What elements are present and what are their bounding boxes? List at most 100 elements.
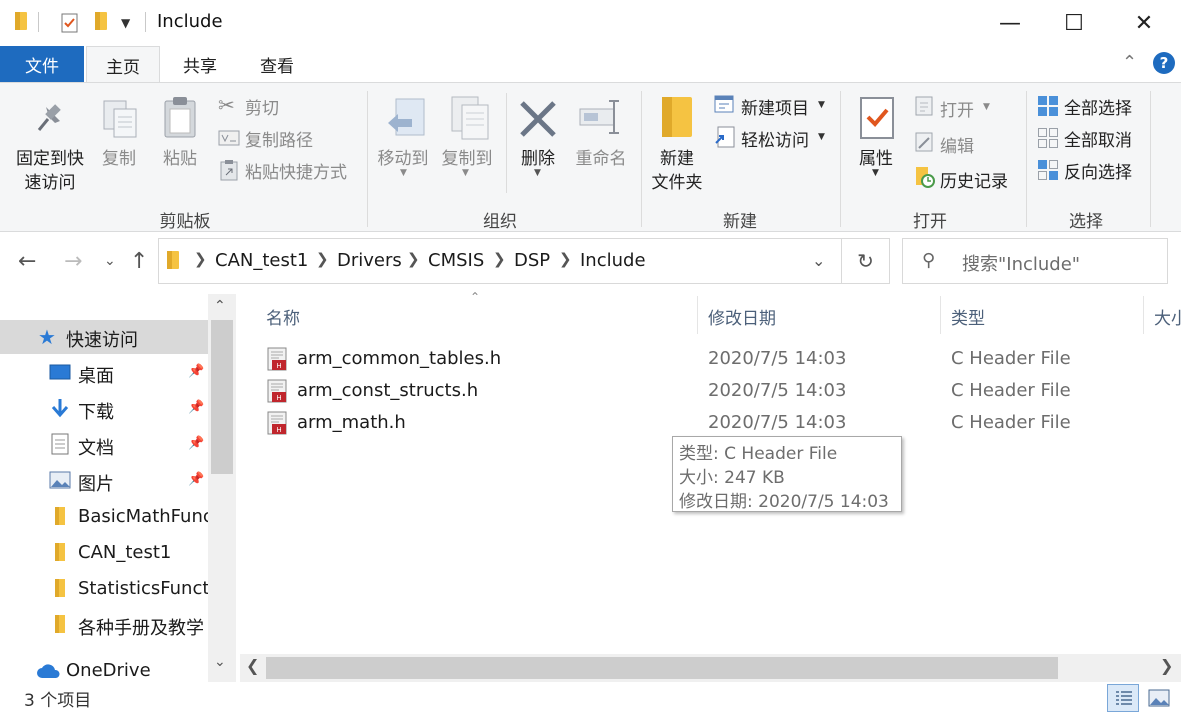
folder-icon xyxy=(15,12,27,30)
nav-label: BasicMathFunc xyxy=(78,506,208,527)
column-header-size[interactable]: 大小 xyxy=(1154,304,1181,329)
new-folder-label-line2: 文件夹 xyxy=(651,173,703,193)
breadcrumb-chevron-icon[interactable]: ❯ xyxy=(316,250,329,268)
scroll-left-icon[interactable]: ❮ xyxy=(246,656,259,675)
breadcrumb-chevron-icon[interactable]: ❯ xyxy=(407,250,420,268)
title-bar: ▼ Include — ☐ ✕ xyxy=(0,0,1181,46)
scroll-up-icon[interactable]: ⌃ xyxy=(214,298,226,314)
large-icons-view-icon xyxy=(1148,689,1170,707)
clipboard-group-label: 剪贴板 xyxy=(159,212,211,232)
tab-home[interactable]: 主页 xyxy=(86,46,160,83)
tab-file[interactable]: 文件 xyxy=(0,46,84,82)
easy-access-dropdown-icon[interactable]: ▼ xyxy=(818,132,825,142)
details-view-button[interactable] xyxy=(1107,684,1139,712)
large-icons-view-button[interactable] xyxy=(1143,684,1175,712)
column-divider[interactable] xyxy=(1143,296,1144,334)
horizontal-scrollbar-thumb[interactable] xyxy=(266,657,1058,679)
breadcrumb-item[interactable]: CAN_test1 xyxy=(215,250,308,271)
rename-icon xyxy=(579,100,619,134)
svg-text:H: H xyxy=(276,395,281,402)
properties-quick-icon[interactable] xyxy=(60,12,80,34)
rename-button[interactable]: 重命名 xyxy=(570,147,632,171)
breadcrumb-item[interactable]: DSP xyxy=(514,250,550,271)
properties-icon xyxy=(860,97,894,139)
column-header-name[interactable]: 名称 xyxy=(266,304,300,329)
edit-button[interactable]: 编辑 xyxy=(940,132,974,157)
pin-icon[interactable]: 📌 xyxy=(188,436,204,451)
scroll-down-icon[interactable]: ⌄ xyxy=(214,654,226,670)
forward-arrow-icon[interactable]: → xyxy=(64,249,82,274)
nav-label: 快速访问 xyxy=(66,330,138,351)
column-divider[interactable] xyxy=(940,296,941,334)
properties-dropdown-icon[interactable]: ▼ xyxy=(872,168,879,178)
open-button[interactable]: 打开 xyxy=(940,96,974,121)
minimize-button[interactable]: — xyxy=(978,0,1042,46)
new-group-label: 新建 xyxy=(723,212,757,232)
back-arrow-icon[interactable]: ← xyxy=(18,249,36,274)
select-none-button[interactable]: 全部取消 xyxy=(1064,126,1132,151)
delete-dropdown-icon[interactable]: ▼ xyxy=(534,168,541,178)
folder-icon xyxy=(55,507,65,525)
copy-path-icon xyxy=(218,130,240,146)
invert-selection-button[interactable]: 反向选择 xyxy=(1064,158,1132,183)
tab-share[interactable]: 共享 xyxy=(164,46,236,82)
paste-button[interactable]: 粘贴 xyxy=(156,147,204,171)
new-folder-button[interactable]: 新建 文件夹 xyxy=(644,147,710,195)
paste-shortcut-button[interactable]: 粘贴快捷方式 xyxy=(245,158,347,183)
pin-quick-access-button[interactable]: 固定到快 速访问 xyxy=(6,147,94,195)
status-bar xyxy=(0,682,1181,715)
group-separator xyxy=(1150,91,1151,227)
customize-toolbar-icon[interactable]: ▼ xyxy=(121,16,130,30)
close-button[interactable]: ✕ xyxy=(1112,0,1176,46)
search-placeholder: 搜索"Include" xyxy=(962,254,1081,275)
select-all-button[interactable]: 全部选择 xyxy=(1064,94,1132,119)
folder-icon xyxy=(55,543,65,561)
easy-access-button[interactable]: 轻松访问 xyxy=(741,126,809,151)
scroll-right-icon[interactable]: ❯ xyxy=(1160,656,1173,675)
nav-label: OneDrive xyxy=(66,660,151,681)
cut-button[interactable]: 剪切 xyxy=(245,94,279,119)
select-group-label: 选择 xyxy=(1069,212,1103,232)
file-info-tooltip: 类型: C Header File 大小: 247 KB 修改日期: 2020/… xyxy=(672,436,902,512)
nav-label: 文档 xyxy=(78,438,114,459)
pin-label-line1: 固定到快 xyxy=(16,149,84,169)
breadcrumb-item[interactable]: Drivers xyxy=(337,250,402,271)
maximize-button[interactable]: ☐ xyxy=(1042,0,1106,46)
new-item-dropdown-icon[interactable]: ▼ xyxy=(818,100,825,110)
separator xyxy=(506,93,507,193)
collapse-ribbon-icon[interactable]: ⌃ xyxy=(1122,52,1137,73)
column-header-modified[interactable]: 修改日期 xyxy=(708,304,776,329)
breadcrumb-item[interactable]: CMSIS xyxy=(428,250,484,271)
breadcrumb-chevron-icon[interactable]: ❯ xyxy=(493,250,506,268)
breadcrumb-chevron-icon[interactable]: ❯ xyxy=(194,250,207,268)
history-button[interactable]: 历史记录 xyxy=(940,167,1008,192)
refresh-button[interactable]: ↻ xyxy=(842,238,890,284)
breadcrumb-item[interactable]: Include xyxy=(580,250,646,271)
nav-scrollbar-thumb[interactable] xyxy=(211,320,233,474)
nav-label: 桌面 xyxy=(78,366,114,387)
open-dropdown-icon[interactable]: ▼ xyxy=(983,102,990,112)
new-folder-quick-icon[interactable] xyxy=(94,11,108,31)
tab-view[interactable]: 查看 xyxy=(240,46,314,82)
recent-locations-chevron-icon[interactable]: ⌄ xyxy=(104,253,116,269)
column-header-type[interactable]: 类型 xyxy=(951,304,985,329)
new-item-icon xyxy=(714,95,734,113)
move-to-dropdown-icon[interactable]: ▼ xyxy=(400,168,407,178)
breadcrumb-chevron-icon[interactable]: ❯ xyxy=(559,250,572,268)
paste-icon xyxy=(164,97,196,138)
nav-label: CAN_test1 xyxy=(78,542,172,563)
pin-icon[interactable]: 📌 xyxy=(188,364,204,379)
copy-button[interactable]: 复制 xyxy=(96,147,142,171)
copy-path-button[interactable]: 复制路径 xyxy=(245,126,313,151)
pin-icon[interactable]: 📌 xyxy=(188,472,204,487)
up-arrow-icon[interactable]: ↑ xyxy=(130,249,148,274)
help-icon[interactable]: ? xyxy=(1153,52,1175,74)
pin-icon[interactable]: 📌 xyxy=(188,400,204,415)
new-item-button[interactable]: 新建项目 xyxy=(741,94,809,119)
title-separator xyxy=(38,12,39,32)
address-dropdown-icon[interactable]: ⌄ xyxy=(812,251,825,270)
history-icon xyxy=(916,167,935,188)
column-divider[interactable] xyxy=(697,296,698,334)
copy-to-dropdown-icon[interactable]: ▼ xyxy=(462,168,469,178)
file-modified: 2020/7/5 14:03 xyxy=(708,380,847,401)
